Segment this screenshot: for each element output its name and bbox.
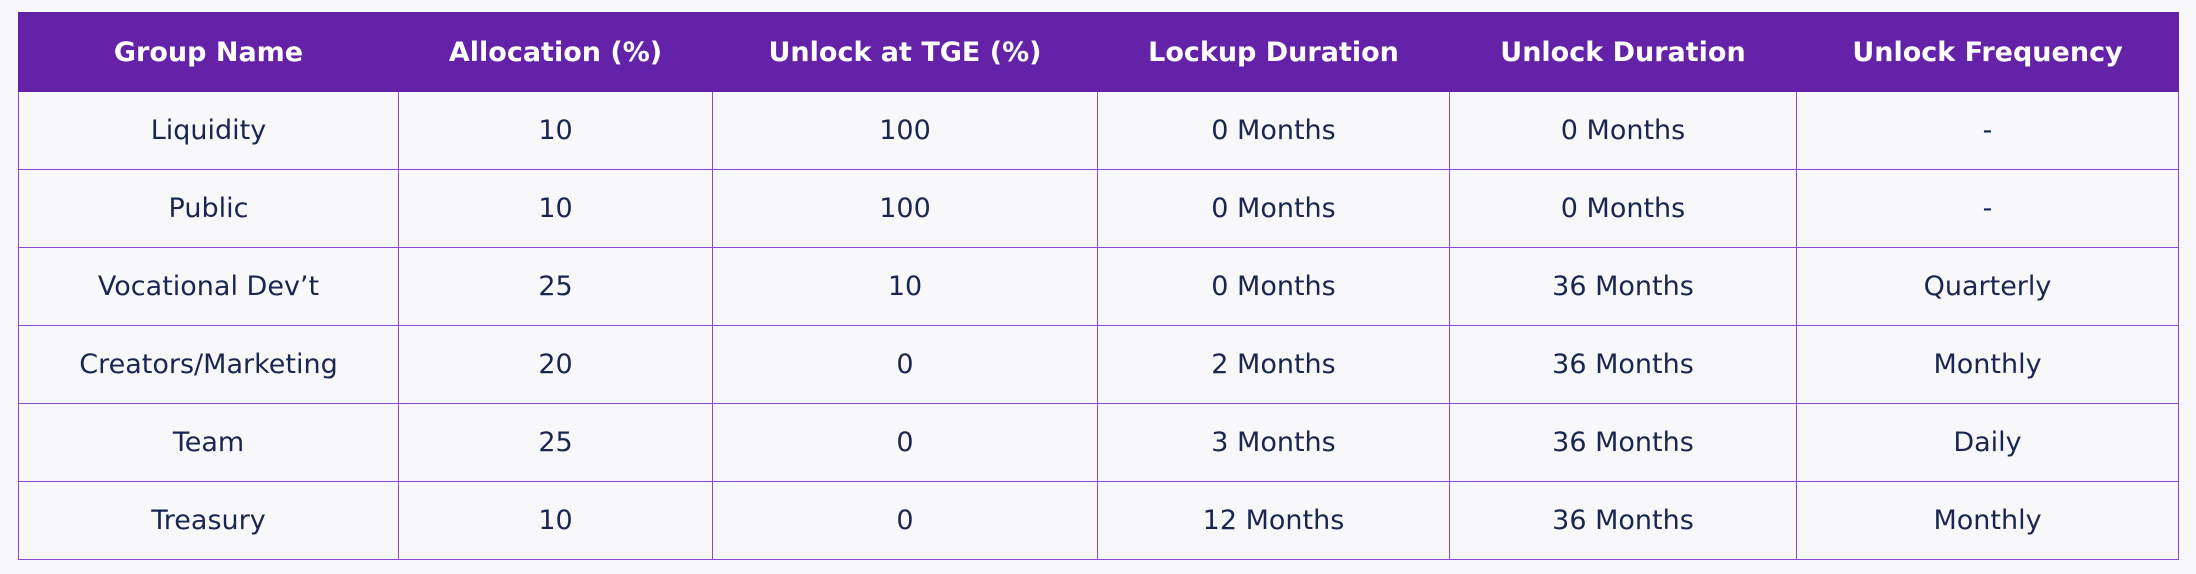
cell-lockup-duration: 0 Months: [1097, 91, 1450, 170]
cell-unlock-at-tge: 10: [712, 247, 1098, 326]
header-unlock-duration: Unlock Duration: [1449, 12, 1797, 92]
cell-unlock-duration: 0 Months: [1449, 91, 1797, 170]
cell-unlock-duration: 36 Months: [1449, 325, 1797, 404]
cell-lockup-duration: 12 Months: [1097, 481, 1450, 560]
cell-unlock-duration: 0 Months: [1449, 169, 1797, 248]
cell-allocation: 25: [398, 403, 713, 482]
cell-allocation: 20: [398, 325, 713, 404]
cell-unlock-duration: 36 Months: [1449, 403, 1797, 482]
cell-group-name: Public: [18, 169, 399, 248]
allocation-table-container: Group Name Allocation (%) Unlock at TGE …: [18, 12, 2179, 560]
cell-lockup-duration: 0 Months: [1097, 247, 1450, 326]
header-group-name: Group Name: [18, 12, 399, 92]
table-row: Public 10 100 0 Months 0 Months -: [18, 169, 2179, 248]
header-unlock-frequency: Unlock Frequency: [1796, 12, 2179, 92]
cell-unlock-frequency: Monthly: [1796, 481, 2179, 560]
cell-group-name: Treasury: [18, 481, 399, 560]
cell-unlock-at-tge: 100: [712, 91, 1098, 170]
cell-lockup-duration: 0 Months: [1097, 169, 1450, 248]
table-row: Treasury 10 0 12 Months 36 Months Monthl…: [18, 481, 2179, 560]
allocation-table: Group Name Allocation (%) Unlock at TGE …: [18, 12, 2179, 560]
header-unlock-at-tge: Unlock at TGE (%): [712, 12, 1098, 92]
cell-unlock-frequency: Quarterly: [1796, 247, 2179, 326]
cell-unlock-duration: 36 Months: [1449, 247, 1797, 326]
cell-group-name: Team: [18, 403, 399, 482]
header-row: Group Name Allocation (%) Unlock at TGE …: [18, 12, 2179, 92]
cell-unlock-duration: 36 Months: [1449, 481, 1797, 560]
cell-allocation: 10: [398, 481, 713, 560]
cell-unlock-frequency: Monthly: [1796, 325, 2179, 404]
cell-allocation: 25: [398, 247, 713, 326]
cell-unlock-frequency: -: [1796, 169, 2179, 248]
table-row: Vocational Dev’t 25 10 0 Months 36 Month…: [18, 247, 2179, 326]
header-lockup-duration: Lockup Duration: [1097, 12, 1450, 92]
cell-unlock-at-tge: 0: [712, 325, 1098, 404]
cell-unlock-at-tge: 0: [712, 481, 1098, 560]
table-row: Liquidity 10 100 0 Months 0 Months -: [18, 91, 2179, 170]
cell-lockup-duration: 3 Months: [1097, 403, 1450, 482]
table-row: Team 25 0 3 Months 36 Months Daily: [18, 403, 2179, 482]
cell-group-name: Vocational Dev’t: [18, 247, 399, 326]
cell-lockup-duration: 2 Months: [1097, 325, 1450, 404]
header-allocation: Allocation (%): [398, 12, 713, 92]
cell-group-name: Liquidity: [18, 91, 399, 170]
cell-unlock-frequency: Daily: [1796, 403, 2179, 482]
cell-unlock-at-tge: 0: [712, 403, 1098, 482]
cell-unlock-at-tge: 100: [712, 169, 1098, 248]
cell-group-name: Creators/Marketing: [18, 325, 399, 404]
cell-allocation: 10: [398, 169, 713, 248]
cell-unlock-frequency: -: [1796, 91, 2179, 170]
cell-allocation: 10: [398, 91, 713, 170]
table-row: Creators/Marketing 20 0 2 Months 36 Mont…: [18, 325, 2179, 404]
